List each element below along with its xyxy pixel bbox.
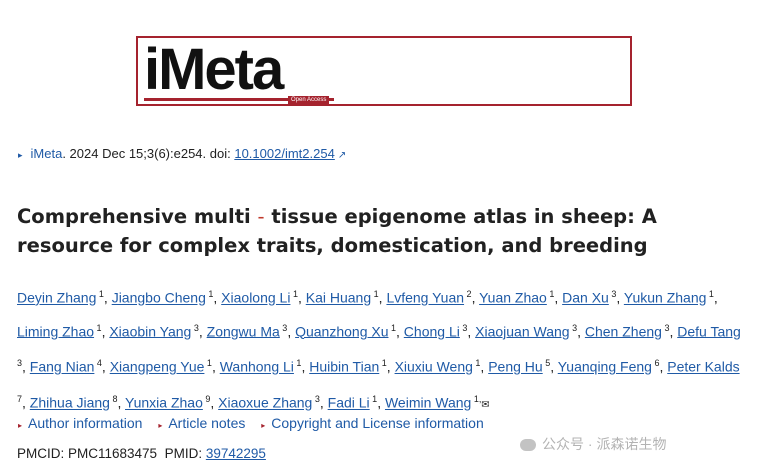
author-link[interactable]: Xiangpeng Yue xyxy=(110,359,205,375)
article-notes-label: Article notes xyxy=(168,415,246,431)
affiliation-number[interactable]: 3 xyxy=(17,358,22,368)
author-link[interactable]: Xiaojuan Wang xyxy=(475,323,569,339)
copyright-toggle[interactable]: ▸ Copyright and License information xyxy=(261,415,483,431)
author-link[interactable]: Fadi Li xyxy=(328,395,370,411)
affiliation-number[interactable]: 3 xyxy=(191,323,199,333)
affiliation-number[interactable]: 9 xyxy=(203,394,210,404)
affiliation-number[interactable]: 1 xyxy=(473,358,480,368)
doi-link[interactable]: 10.1002/imt2.254 xyxy=(234,146,334,161)
affiliation-number[interactable]: 6 xyxy=(652,358,659,368)
title-part-1: Comprehensive multi xyxy=(17,205,251,228)
pmcid: PMCID: PMC11683475 xyxy=(17,446,158,461)
journal-link[interactable]: iMeta xyxy=(31,146,63,161)
affiliation-number[interactable]: 1 xyxy=(706,289,714,299)
author-link[interactable]: Chen Zheng xyxy=(585,323,662,339)
author-link[interactable]: Deyin Zhang xyxy=(17,290,96,306)
author-link[interactable]: Defu Tang xyxy=(677,323,741,339)
title-separator: ‐ xyxy=(257,205,265,228)
affiliation-number[interactable]: 1 xyxy=(371,289,379,299)
triangle-right-icon: ▸ xyxy=(261,421,266,430)
article-ids: PMCID: PMC11683475 PMID: 39742295 xyxy=(17,446,266,461)
affiliation-number[interactable]: 1 xyxy=(379,358,387,368)
author-list: Deyin Zhang 1, Jiangbo Cheng 1, Xiaolong… xyxy=(17,289,741,411)
author-link[interactable]: Fang Nian xyxy=(30,359,95,375)
author-link[interactable]: Peng Hu xyxy=(488,359,542,375)
affiliation-number[interactable]: 2 xyxy=(464,289,472,299)
wechat-icon xyxy=(520,439,536,452)
affiliation-number[interactable]: 1 xyxy=(206,289,213,299)
affiliation-number[interactable]: 1 xyxy=(547,289,554,299)
copyright-label: Copyright and License information xyxy=(271,415,484,431)
author-link[interactable]: Liming Zhao xyxy=(17,323,94,339)
author-link[interactable]: Weimin Wang xyxy=(385,395,471,411)
affiliation-number[interactable]: 3 xyxy=(312,394,320,404)
author-link[interactable]: Yunxia Zhao xyxy=(125,395,203,411)
journal-banner[interactable]: iMeta Open Access xyxy=(136,36,632,106)
affiliation-number[interactable]: 3 xyxy=(609,289,616,299)
citation-line: ▸ iMeta. 2024 Dec 15;3(6):e254. doi: 10.1… xyxy=(18,146,346,161)
author-information-toggle[interactable]: ▸ Author information xyxy=(18,415,142,431)
affiliation-number[interactable]: 8 xyxy=(110,394,117,404)
author-link[interactable]: Xiaoxue Zhang xyxy=(218,395,312,411)
author-link[interactable]: Zongwu Ma xyxy=(207,323,280,339)
affiliation-number[interactable]: 1 xyxy=(290,289,298,299)
article-notes-toggle[interactable]: ▸ Article notes xyxy=(158,415,245,431)
author-link[interactable]: Xiuxiu Weng xyxy=(395,359,473,375)
citation-details: . 2024 Dec 15;3(6):e254. doi: xyxy=(62,146,235,161)
author-link[interactable]: Yuan Zhao xyxy=(479,290,547,306)
affiliation-number[interactable]: 4 xyxy=(94,358,102,368)
affiliation-number[interactable]: 3 xyxy=(280,323,287,333)
article-title: Comprehensive multi ‐ tissue epigenome a… xyxy=(17,202,737,260)
affiliation-number[interactable]: 1, xyxy=(471,394,482,404)
author-link[interactable]: Quanzhong Xu xyxy=(295,323,388,339)
triangle-right-icon: ▸ xyxy=(18,421,23,430)
affiliation-number[interactable]: 1 xyxy=(389,323,396,333)
author-link[interactable]: Wanhong Li xyxy=(220,359,294,375)
affiliation-number[interactable]: 1 xyxy=(204,358,212,368)
author-information-label: Author information xyxy=(28,415,143,431)
pmid-link[interactable]: 39742295 xyxy=(206,446,266,461)
author-link[interactable]: Kai Huang xyxy=(306,290,371,306)
external-link-icon[interactable]: ↗ xyxy=(338,150,346,161)
triangle-right-icon: ▸ xyxy=(158,421,163,430)
affiliation-number[interactable]: 7 xyxy=(17,394,22,404)
affiliation-number[interactable]: 3 xyxy=(460,323,467,333)
triangle-right-icon: ▸ xyxy=(18,150,23,160)
author-link[interactable]: Huibin Tian xyxy=(309,359,379,375)
author-link[interactable]: Yuanqing Feng xyxy=(558,359,652,375)
author-link[interactable]: Peter Kalds xyxy=(667,359,739,375)
author-link[interactable]: Jiangbo Cheng xyxy=(112,290,206,306)
watermark: 公众号 · 派森诺生物 xyxy=(520,434,666,454)
author-link[interactable]: Lvfeng Yuan xyxy=(386,290,464,306)
affiliation-number[interactable]: 3 xyxy=(662,323,669,333)
affiliation-number[interactable]: 1 xyxy=(370,394,377,404)
author-link[interactable]: Dan Xu xyxy=(562,290,609,306)
affiliation-number[interactable]: 1 xyxy=(94,323,102,333)
open-access-badge: Open Access xyxy=(288,96,330,104)
author-link[interactable]: Xiaobin Yang xyxy=(109,323,191,339)
affiliation-number[interactable]: 3 xyxy=(570,323,577,333)
author-link[interactable]: Chong Li xyxy=(404,323,460,339)
email-icon[interactable]: ✉ xyxy=(481,400,489,411)
journal-logo: iMeta xyxy=(144,37,284,102)
author-link[interactable]: Xiaolong Li xyxy=(221,290,290,306)
affiliation-number[interactable]: 1 xyxy=(96,289,104,299)
author-link[interactable]: Yukun Zhang xyxy=(624,290,707,306)
pmid-label: PMID: xyxy=(164,446,206,461)
article-expanders: ▸ Author information ▸ Article notes ▸ Copy… xyxy=(18,415,496,431)
affiliation-number[interactable]: 1 xyxy=(294,358,301,368)
author-link[interactable]: Zhihua Jiang xyxy=(30,395,110,411)
affiliation-number[interactable]: 5 xyxy=(543,358,550,368)
watermark-text: 公众号 · 派森诺生物 xyxy=(542,436,667,452)
